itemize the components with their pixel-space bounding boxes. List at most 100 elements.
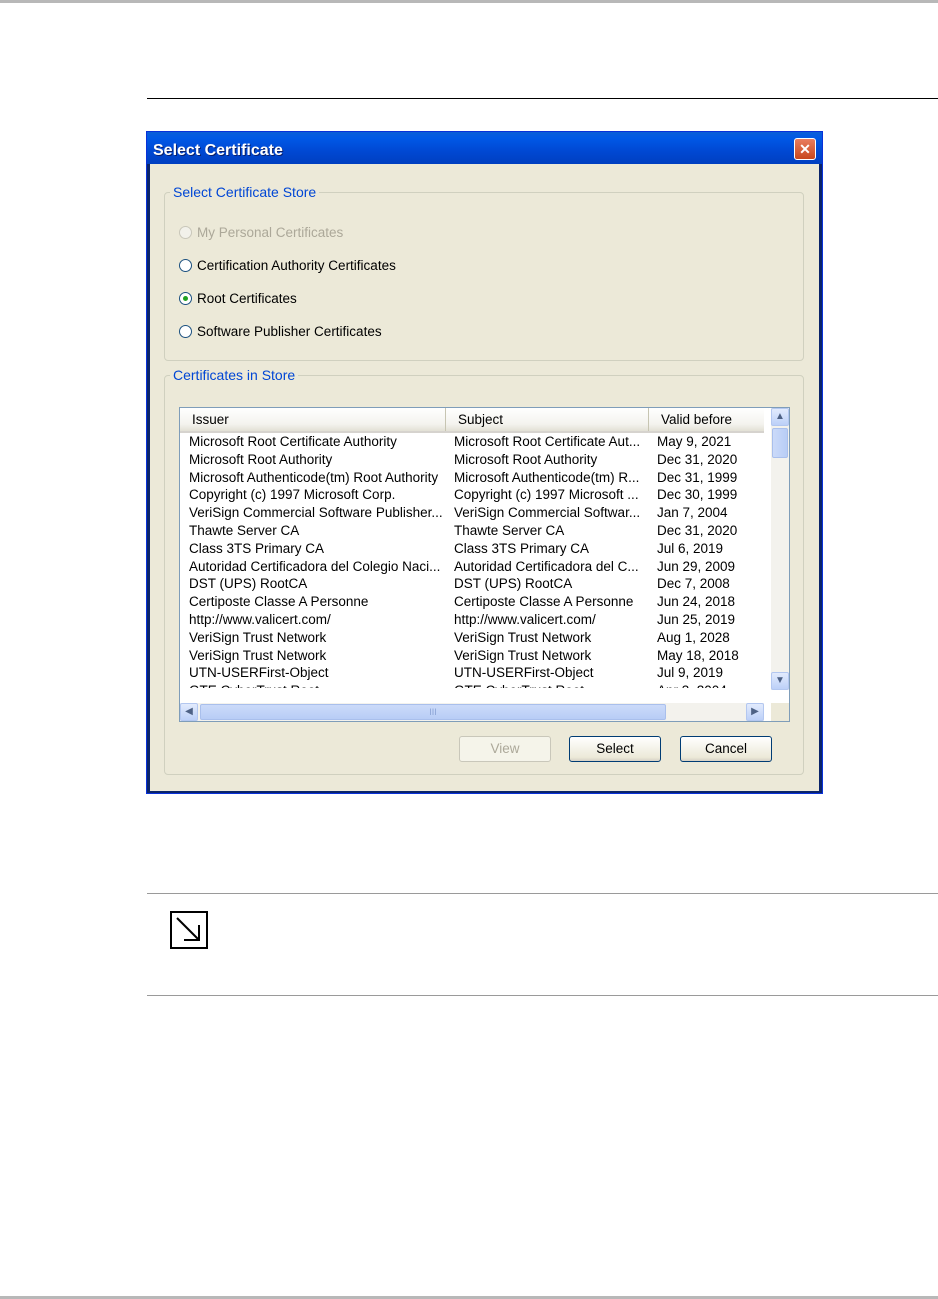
table-row[interactable]: VeriSign Trust Network VeriSign Trust Net… (180, 647, 764, 665)
note-bottom-rule (147, 995, 938, 996)
scrollbar-corner (771, 703, 789, 721)
valid-before-cell: Jan 7, 2004 (657, 505, 728, 521)
subject-cell: Copyright (c) 1997 Microsoft ... (454, 487, 639, 503)
table-row[interactable]: Microsoft Root Authority Microsoft Root A… (180, 451, 764, 469)
grip-icon: III (429, 707, 437, 717)
select-certificate-dialog: Select Certificate ✕ Select Certificate … (146, 131, 823, 794)
valid-before-cell: Dec 31, 1999 (657, 469, 738, 485)
issuer-cell: Thawte Server CA (189, 522, 300, 538)
subject-cell: VeriSign Trust Network (454, 629, 592, 645)
table-row[interactable]: VeriSign Commercial Software Publisher..… (180, 504, 764, 522)
subject-cell: Thawte Server CA (454, 522, 565, 538)
valid-before-cell: Aug 1, 2028 (657, 629, 730, 645)
radio-button-selected-icon[interactable] (179, 291, 192, 305)
radio-button-icon (179, 225, 192, 239)
subject-cell: Certiposte Classe A Personne (454, 594, 634, 610)
table-row[interactable]: Autoridad Certificadora del Colegio Naci… (180, 558, 764, 576)
close-icon: ✕ (799, 141, 811, 157)
valid-before-cell: Dec 31, 2020 (657, 451, 738, 467)
table-row[interactable]: Microsoft Authenticode(tm) Root Authorit… (180, 469, 764, 487)
subject-cell: DST (UPS) RootCA (454, 576, 573, 592)
note-top-rule (147, 893, 938, 894)
table-row[interactable]: Copyright (c) 1997 Microsoft Corp. Copyri… (180, 486, 764, 504)
issuer-cell: VeriSign Trust Network (189, 629, 327, 645)
table-row[interactable]: VeriSign Trust Network VeriSign Trust Net… (180, 629, 764, 647)
radio-button-icon[interactable] (179, 324, 192, 338)
list-header: Issuer Subject Valid before (180, 408, 764, 433)
scroll-up-button[interactable]: ▲ (771, 408, 789, 426)
certificates-in-store-group: Certificates in Store Issuer Subject Val… (164, 367, 804, 775)
table-row[interactable]: Microsoft Root Certificate Authority Micr… (180, 433, 764, 451)
column-header-issuer[interactable]: Issuer (180, 408, 446, 431)
valid-before-cell: Dec 7, 2008 (657, 576, 730, 592)
table-row[interactable]: Certiposte Classe A Personne Certiposte C… (180, 593, 764, 611)
vertical-scroll-thumb[interactable] (772, 428, 788, 458)
arrow-down-icon: ▼ (775, 675, 785, 686)
issuer-cell: GTE CyberTrust Root (189, 682, 443, 688)
scroll-down-button[interactable]: ▼ (771, 672, 789, 690)
radio-software-publisher-certificates[interactable]: Software Publisher Certificates (179, 321, 382, 341)
issuer-cell: Certiposte Classe A Personne (189, 594, 369, 610)
radio-label: Certification Authority Certificates (197, 257, 396, 273)
radio-certification-authority-certificates[interactable]: Certification Authority Certificates (179, 255, 396, 275)
dialog-title: Select Certificate (153, 142, 283, 159)
table-row[interactable]: DST (UPS) RootCA DST (UPS) RootCA Dec 7, 2… (180, 575, 764, 593)
subject-cell: Microsoft Root Authority (454, 451, 598, 467)
radio-button-icon[interactable] (179, 258, 192, 272)
valid-before-cell: Jun 25, 2019 (657, 611, 736, 627)
column-header-valid-before[interactable]: Valid before (649, 408, 764, 431)
radio-label: Software Publisher Certificates (197, 323, 382, 339)
valid-before-cell: Jun 24, 2018 (657, 594, 736, 610)
subject-cell: http://www.valicert.com/ (454, 611, 596, 627)
cancel-button[interactable]: Cancel (680, 736, 772, 762)
issuer-cell: UTN-USERFirst-Object (189, 665, 329, 681)
valid-before-cell: Apr 3, 2004 (657, 682, 762, 688)
subject-cell: Class 3TS Primary CA (454, 540, 590, 556)
subject-cell: Autoridad Certificadora del C... (454, 558, 639, 574)
arrow-up-icon: ▲ (775, 411, 785, 422)
scroll-left-button[interactable]: ◀ (180, 703, 198, 721)
view-button: View (459, 736, 551, 762)
issuer-cell: Class 3TS Primary CA (189, 540, 325, 556)
certificates-list[interactable]: Issuer Subject Valid before Microsoft Ro… (179, 407, 790, 722)
certificate-store-legend: Select Certificate Store (173, 184, 317, 200)
issuer-cell: Autoridad Certificadora del Colegio Naci… (189, 558, 441, 574)
radio-my-personal-certificates: My Personal Certificates (179, 222, 343, 242)
select-button[interactable]: Select (569, 736, 661, 762)
certificates-in-store-legend: Certificates in Store (173, 367, 296, 383)
subject-cell: VeriSign Commercial Softwar... (454, 505, 641, 521)
table-row[interactable]: http://www.valicert.com/http://www.valic… (180, 611, 764, 629)
vertical-scrollbar[interactable]: ▲ ▼ (771, 408, 789, 690)
horizontal-scrollbar[interactable]: ◀ III ▶ (180, 703, 764, 721)
subject-cell: Microsoft Authenticode(tm) R... (454, 469, 640, 485)
issuer-cell: Microsoft Root Certificate Authority (189, 434, 397, 449)
subject-cell: Microsoft Root Certificate Aut... (454, 434, 641, 449)
dialog-titlebar[interactable]: Select Certificate ✕ (147, 132, 822, 164)
column-header-subject[interactable]: Subject (446, 408, 649, 431)
subject-cell: VeriSign Trust Network (454, 647, 592, 663)
arrow-right-icon: ▶ (751, 706, 759, 717)
note-arrow-icon (170, 911, 208, 949)
subject-cell: UTN-USERFirst-Object (454, 665, 594, 681)
valid-before-cell: Jul 9, 2019 (657, 665, 724, 681)
table-row[interactable]: Thawte Server CA Thawte Server CA Dec 31, … (180, 522, 764, 540)
issuer-cell: Microsoft Root Authority (189, 451, 333, 467)
issuer-cell: http://www.valicert.com/ (189, 611, 331, 627)
issuer-cell: Microsoft Authenticode(tm) Root Authorit… (189, 469, 439, 485)
valid-before-cell: May 18, 2018 (657, 647, 739, 663)
table-row[interactable]: UTN-USERFirst-Object UTN-USERFirst-Object… (180, 664, 764, 682)
scroll-right-button[interactable]: ▶ (746, 703, 764, 721)
dialog-client-area: Select Certificate Store My Personal Cer… (150, 164, 819, 791)
issuer-cell: VeriSign Commercial Software Publisher..… (189, 505, 443, 521)
arrow-left-icon: ◀ (185, 706, 193, 717)
table-row[interactable]: GTE CyberTrust Root GTE CyberTrust Root Ap… (180, 682, 764, 688)
table-row[interactable]: Class 3TS Primary CA Class 3TS Primary CA… (180, 540, 764, 558)
valid-before-cell: Jul 6, 2019 (657, 540, 724, 556)
horizontal-scroll-thumb[interactable]: III (200, 704, 666, 720)
issuer-cell: DST (UPS) RootCA (189, 576, 308, 592)
valid-before-cell: Dec 31, 2020 (657, 522, 738, 538)
close-button[interactable]: ✕ (794, 138, 816, 160)
radio-root-certificates[interactable]: Root Certificates (179, 288, 297, 308)
radio-label: Root Certificates (197, 290, 297, 306)
issuer-cell: Copyright (c) 1997 Microsoft Corp. (189, 487, 396, 503)
